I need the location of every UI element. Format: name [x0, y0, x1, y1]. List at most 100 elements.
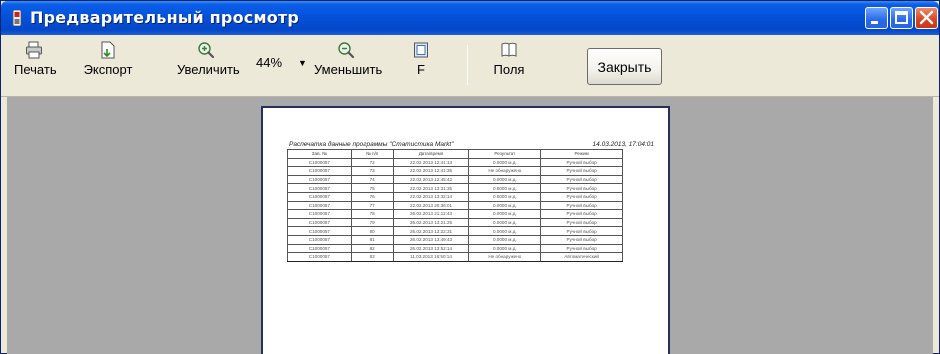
table-cell: C1000057 — [287, 157, 352, 168]
zoom-out-icon — [338, 42, 355, 59]
table-row: C1000057 82 26.02.2013 13:52:14 0.0000 м.д.… — [287, 243, 623, 254]
table-cell: C1000057 — [287, 209, 352, 219]
table-cell: 26.02.2013 13:21:25 — [392, 217, 470, 228]
table-cell: Ручной выбор — [540, 157, 623, 168]
export-button[interactable]: Экспорт — [83, 41, 133, 89]
table-cell: 22.02.2013 12:41:35 — [392, 166, 470, 176]
export-icon — [101, 41, 115, 59]
table-cell: Ручной выбор — [540, 183, 623, 193]
app-icon — [12, 10, 22, 26]
table-cell: 0.0000 м.д. — [468, 183, 542, 193]
table-cell: Ручной выбор — [540, 226, 623, 236]
table-cell: C1000057 — [287, 183, 352, 193]
table-cell: 0.0000 м.д. — [468, 174, 542, 185]
table-cell: Ручной выбор — [540, 243, 623, 254]
table-cell: Ручной выбор — [540, 174, 623, 185]
table-cell: Ручной выбор — [540, 234, 623, 245]
preview-area[interactable]: Распечатка данные программы "Статистика … — [7, 97, 933, 354]
table-row: C1000057 73 22.02.2013 12:41:35 Не обнаруже… — [287, 166, 623, 176]
table-row: C1000057 77 22.02.2013 20:36:01 0.0000 м.д.… — [287, 200, 623, 211]
table-cell: Ручной выбор — [540, 217, 623, 228]
report-page: Распечатка данные программы "Статистика … — [261, 106, 670, 354]
table-row: C1000057 80 26.02.2013 13:22:31 0.0000 м.д.… — [287, 226, 623, 236]
table-cell: 0.0000 м.д. — [468, 209, 542, 219]
table-cell: 0.0000 м.д. — [468, 191, 542, 202]
toolbar-separator — [467, 45, 468, 85]
table-header-row: Зав. № № п/п Дата/время Результат Режим — [287, 149, 623, 159]
close-icon — [919, 10, 934, 25]
fields-label: Поля — [493, 62, 525, 77]
table-cell: 22.02.2013 12:45:42 — [392, 174, 470, 185]
table-cell: C1000057 — [287, 226, 352, 236]
table-cell: C1000057 — [287, 217, 352, 228]
printer-icon — [26, 41, 42, 59]
table-cell: 22.02.2013 13:31:35 — [392, 183, 470, 193]
table-row: C1000057 79 26.02.2013 13:21:25 0.0000 м.д.… — [287, 217, 623, 228]
table-cell: 0.0000 м.д. — [468, 243, 542, 254]
close-button[interactable]: Закрыть — [587, 48, 662, 85]
print-label: Печать — [14, 62, 57, 77]
table-cell: 78 — [350, 209, 394, 219]
table-cell: 22.02.2013 20:36:01 — [392, 200, 470, 211]
table-cell: Автоматический — [540, 252, 623, 262]
table-cell: Не обнаружено — [468, 166, 542, 176]
table-cell: C1000057 — [287, 174, 352, 185]
table-cell: C1000057 — [287, 243, 352, 254]
table-row: C1000057 78 26.02.2013 21:12:43 0.0000 м.д.… — [287, 209, 623, 219]
table-cell: 77 — [350, 200, 394, 211]
table-cell: 0.0000 м.д. — [468, 200, 542, 211]
column-header: Результат — [468, 149, 542, 159]
table-cell: 81 — [350, 234, 394, 245]
print-button[interactable]: Печать — [14, 41, 57, 89]
table-cell: 26.02.2013 13:22:31 — [392, 226, 470, 236]
table-cell: Не обнаружено — [468, 252, 542, 262]
table-row: C1000057 76 22.02.2013 13:32:14 0.0000 м.д.… — [287, 191, 623, 202]
minimize-icon — [871, 21, 878, 24]
table-cell: 26.02.2013 13:52:14 — [392, 243, 470, 254]
table-cell: 0.0000 м.д. — [468, 157, 542, 168]
preview-window: Предварительный просмотр Печать Экспорт — [0, 0, 940, 354]
table-cell: C1000057 — [287, 252, 352, 262]
chevron-down-icon[interactable]: ▼ — [298, 58, 307, 68]
zoom-level[interactable]: 44% — [256, 55, 282, 70]
fit-page-button[interactable]: F — [408, 41, 434, 89]
window-title: Предварительный просмотр — [30, 8, 300, 27]
table-row: C1000057 83 11.03.2013 16:50:14 Не обнаруже… — [287, 252, 623, 262]
table-cell: 79 — [350, 217, 394, 228]
fields-button[interactable]: Поля — [489, 41, 529, 89]
table-cell: Ручной выбор — [540, 191, 623, 202]
table-cell: Ручной выбор — [540, 200, 623, 211]
book-icon — [501, 42, 517, 57]
close-window-button[interactable] — [915, 7, 938, 29]
report-date: 14.03.2013, 17:04:01 — [592, 141, 654, 148]
toolbar: Печать Экспорт Увеличить 44% ▼ Уменьшить… — [1, 35, 939, 97]
table-row: C1000057 75 22.02.2013 13:31:35 0.0000 м.д.… — [287, 183, 623, 193]
table-cell: 76 — [350, 191, 394, 202]
table-cell: 83 — [350, 252, 394, 262]
table-cell: Ручной выбор — [540, 209, 623, 219]
maximize-button[interactable] — [890, 7, 913, 29]
table-cell: C1000057 — [287, 166, 352, 176]
column-header: Зав. № — [287, 149, 352, 159]
zoom-in-icon — [198, 42, 215, 59]
table-row: C1000057 74 22.02.2013 12:45:42 0.0000 м.д.… — [287, 174, 623, 185]
zoom-in-button[interactable]: Увеличить — [177, 41, 240, 89]
column-header: Режим — [540, 149, 623, 159]
table-cell: 26.02.2013 21:12:43 — [392, 209, 470, 219]
table-cell: C1000057 — [287, 191, 352, 202]
table-cell: 73 — [350, 166, 394, 176]
table-cell: 80 — [350, 226, 394, 236]
table-cell: 0.0000 м.д. — [468, 217, 542, 228]
zoom-out-button[interactable]: Уменьшить — [314, 41, 383, 89]
export-label: Экспорт — [83, 62, 133, 77]
zoom-out-label: Уменьшить — [314, 62, 383, 77]
table-cell: 82 — [350, 243, 394, 254]
table-cell: Ручной выбор — [540, 166, 623, 176]
table-cell: 0.0000 м.д. — [468, 234, 542, 245]
report-title: Распечатка данные программы "Статистика … — [289, 141, 454, 148]
table-cell: 75 — [350, 183, 394, 193]
minimize-button[interactable] — [865, 7, 888, 29]
table-cell: 26.02.2013 13:49:43 — [392, 234, 470, 245]
title-bar[interactable]: Предварительный просмотр — [1, 1, 939, 35]
table-cell: 22.02.2013 12:41:13 — [392, 157, 470, 168]
